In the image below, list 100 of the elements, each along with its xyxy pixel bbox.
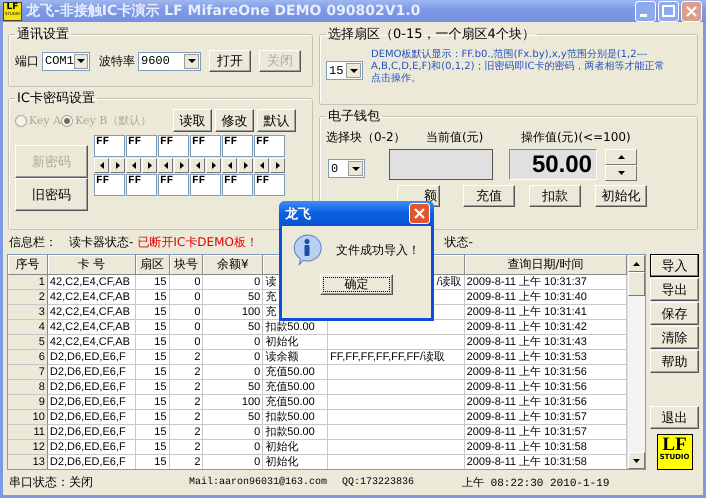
- key-byte-field[interactable]: FF: [222, 135, 253, 157]
- left-arrow-button[interactable]: [254, 158, 269, 173]
- dialog-message: 文件成功导入！: [336, 242, 420, 258]
- table-cell: 初始化: [263, 335, 328, 350]
- row-number: 4: [8, 320, 48, 335]
- right-arrow-button[interactable]: [142, 158, 157, 173]
- column-header[interactable]: 扇区: [136, 255, 170, 275]
- baud-label: 波特率: [99, 52, 135, 70]
- spin-down-button[interactable]: [605, 165, 637, 181]
- table-cell: FF,FF,FF,FF,FF,FF/读取: [328, 350, 465, 365]
- table-cell: 15: [136, 320, 170, 335]
- right-arrow-button[interactable]: [238, 158, 253, 173]
- table-cell: D2,D6,ED,E6,F: [48, 410, 136, 425]
- key-byte-field[interactable]: FF: [94, 174, 125, 196]
- table-cell: 2009-8-11 上午 10:31:56: [464, 395, 628, 410]
- scroll-thumb[interactable]: [628, 272, 646, 296]
- key-button[interactable]: 读取: [173, 109, 212, 132]
- right-arrow-button[interactable]: [174, 158, 189, 173]
- old-key-button[interactable]: 旧密码: [15, 178, 88, 211]
- right-triangle-icon: [212, 162, 216, 169]
- key-byte-field[interactable]: FF: [126, 174, 157, 196]
- side-button[interactable]: 清除: [650, 326, 699, 349]
- row-number: 5: [8, 335, 48, 350]
- right-arrow-button[interactable]: [206, 158, 221, 173]
- column-header[interactable]: 余额¥: [203, 255, 264, 275]
- scrollbar[interactable]: [627, 255, 646, 469]
- right-triangle-icon: [276, 162, 280, 169]
- caret-icon: [350, 68, 358, 72]
- side-button[interactable]: 帮助: [650, 350, 699, 373]
- qq-text: QQ:173223836: [342, 477, 416, 488]
- wallet-button[interactable]: 充值: [463, 185, 515, 207]
- right-arrow-button[interactable]: [270, 158, 285, 173]
- table-cell: D2,D6,ED,E6,F: [48, 440, 136, 455]
- logo-text: LF: [6, 2, 18, 12]
- key-button[interactable]: 默认: [257, 109, 296, 132]
- key-button[interactable]: 修改: [215, 109, 254, 132]
- ok-button[interactable]: 确定: [320, 274, 393, 295]
- table-cell: 0: [170, 290, 204, 305]
- key-byte-field[interactable]: FF: [158, 135, 189, 157]
- sector-dropdown[interactable]: 15: [326, 61, 363, 80]
- wallet-button[interactable]: 扣款: [529, 185, 581, 207]
- left-arrow-button[interactable]: [222, 158, 237, 173]
- comm-button[interactable]: 打开: [209, 50, 251, 72]
- hint-text: DEMO板默认显示：FF.b0.,范围(Fx.by),x,y范围分别是(1,2---A,B,C,D,E,F)和(0,1,2)；旧密码即IC卡的密码，两者相等才能正常点击操作。: [371, 49, 666, 85]
- left-arrow-button[interactable]: [158, 158, 173, 173]
- column-header[interactable]: 块号: [170, 255, 204, 275]
- left-arrow-button[interactable]: [190, 158, 205, 173]
- side-button[interactable]: 导入: [650, 254, 699, 277]
- port-label: 端口: [15, 52, 39, 70]
- table-cell: 42,C2,E4,CF,AB: [48, 290, 136, 305]
- row-number: 7: [8, 365, 48, 380]
- wallet-button[interactable]: 初始化: [595, 185, 647, 207]
- table-cell: 2: [170, 425, 204, 440]
- table-cell: 充值50.00: [263, 395, 328, 410]
- group-title: IC卡密码设置: [16, 90, 96, 107]
- row-number: 13: [8, 455, 48, 469]
- table-cell: 15: [136, 410, 170, 425]
- key-byte-field[interactable]: FF: [126, 135, 157, 157]
- right-triangle-icon: [244, 162, 248, 169]
- left-triangle-icon: [228, 162, 232, 169]
- info-icon: [292, 234, 322, 266]
- row-number: 10: [8, 410, 48, 425]
- column-header[interactable]: 序号: [8, 255, 48, 275]
- left-arrow-button[interactable]: [126, 158, 141, 173]
- scroll-up-button[interactable]: [628, 255, 646, 272]
- key-byte-field[interactable]: FF: [94, 135, 125, 157]
- table-cell: 15: [136, 290, 170, 305]
- table-cell: D2,D6,ED,E6,F: [48, 350, 136, 365]
- table-cell: 0: [203, 350, 264, 365]
- row-number: 1: [8, 275, 48, 290]
- table-cell: 2009-8-11 上午 10:31:42: [464, 320, 628, 335]
- right-arrow-button[interactable]: [110, 158, 125, 173]
- mail-text: Mail:aaron96031@163.com: [189, 477, 328, 488]
- info-label: 信息栏：: [9, 235, 57, 249]
- key-byte-field[interactable]: FF: [254, 135, 285, 157]
- down-triangle-icon: [618, 171, 624, 175]
- table-cell: 50: [203, 380, 264, 395]
- exit-button[interactable]: 退出: [650, 406, 699, 429]
- key-byte-field[interactable]: FF: [190, 135, 221, 157]
- block-dropdown[interactable]: 0: [328, 159, 365, 178]
- spin-up-button[interactable]: [605, 149, 637, 165]
- baud-dropdown[interactable]: 9600: [138, 52, 201, 70]
- row-number: 11: [8, 425, 48, 440]
- caret-icon: [76, 59, 85, 63]
- amount-field[interactable]: 50.00: [509, 149, 597, 180]
- column-header[interactable]: 查询日期/时间: [464, 255, 628, 275]
- table-cell: 2009-8-11 上午 10:31:56: [464, 365, 628, 380]
- row-number: 12: [8, 440, 48, 455]
- table-cell: 2: [170, 365, 204, 380]
- key-byte-field[interactable]: FF: [190, 174, 221, 196]
- column-header[interactable]: 卡 号: [48, 255, 136, 275]
- port-dropdown[interactable]: COM1: [42, 52, 90, 70]
- key-byte-field[interactable]: FF: [222, 174, 253, 196]
- side-button[interactable]: 导出: [650, 278, 699, 301]
- left-arrow-button[interactable]: [94, 158, 109, 173]
- side-button[interactable]: 保存: [650, 302, 699, 325]
- key-byte-field[interactable]: FF: [158, 174, 189, 196]
- close-icon[interactable]: [409, 203, 430, 224]
- scroll-down-button[interactable]: [628, 452, 646, 469]
- key-byte-field[interactable]: FF: [254, 174, 285, 196]
